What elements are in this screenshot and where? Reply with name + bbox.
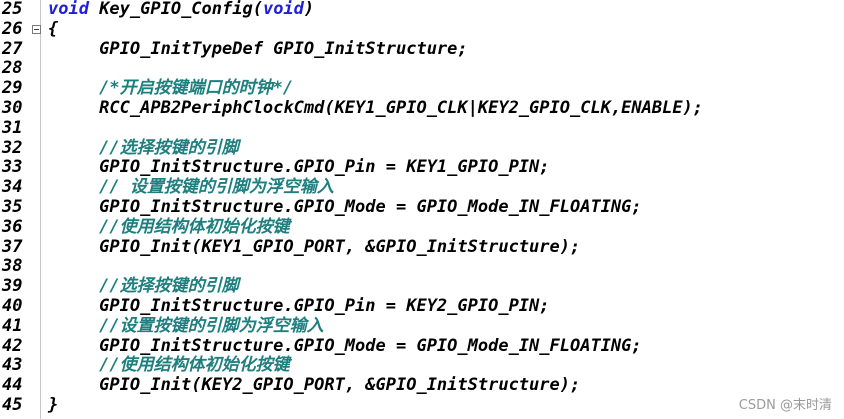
line-number: 39 bbox=[2, 276, 23, 297]
code-line: 25 void Key_GPIO_Config(void) bbox=[0, 0, 844, 20]
line-number: 34 bbox=[2, 177, 23, 198]
code-line: 33 GPIO_InitStructure.GPIO_Pin = KEY1_GP… bbox=[0, 157, 844, 178]
comment-token: // 设置按键的引脚为浮空输入 bbox=[48, 177, 334, 198]
code-token: GPIO_InitStructure.GPIO_Mode = GPIO_Mode… bbox=[48, 335, 642, 356]
comment-token: //选择按键的引脚 bbox=[48, 137, 239, 158]
fold-collapse-icon[interactable] bbox=[32, 24, 41, 34]
code-line: 30 RCC_APB2PeriphClockCmd(KEY1_GPIO_CLK|… bbox=[0, 98, 844, 119]
code-text: //使用结构体初始化按键 bbox=[48, 216, 290, 238]
code-line: 31 bbox=[0, 117, 844, 139]
line-number: 27 bbox=[2, 38, 23, 59]
code-token: { bbox=[48, 18, 59, 39]
code-token: GPIO_InitStructure.GPIO_Pin = KEY2_GPIO_… bbox=[48, 296, 550, 316]
code-line: 29 /*开启按键端口的时钟*/ bbox=[0, 78, 844, 99]
line-number: 30 bbox=[2, 98, 23, 118]
line-number: 42 bbox=[2, 335, 23, 356]
comment-token: /*开启按键端口的时钟*/ bbox=[48, 78, 294, 99]
line-number: 26 bbox=[2, 18, 23, 39]
code-text: //使用结构体初始化按键 bbox=[48, 355, 290, 376]
line-number: 38 bbox=[2, 256, 23, 277]
comment-token: //选择按键的引脚 bbox=[48, 276, 239, 297]
code-text: RCC_APB2PeriphClockCmd(KEY1_GPIO_CLK|KEY… bbox=[48, 98, 704, 119]
code-line: 43 //使用结构体初始化按键 bbox=[0, 355, 844, 376]
line-number: 35 bbox=[2, 197, 23, 217]
code-line: 38 bbox=[0, 257, 844, 277]
code-line: 37 GPIO_Init(KEY1_GPIO_PORT, &GPIO_InitS… bbox=[0, 236, 844, 258]
keyword-token: void bbox=[262, 0, 304, 19]
code-token: ) bbox=[303, 0, 315, 19]
code-token: GPIO_Init(KEY1_GPIO_PORT, &GPIO_InitStru… bbox=[48, 236, 581, 257]
code-text: GPIO_Init(KEY1_GPIO_PORT, &GPIO_InitStru… bbox=[48, 236, 581, 258]
code-text: GPIO_InitStructure.GPIO_Pin = KEY1_GPIO_… bbox=[48, 157, 550, 178]
code-text: /*开启按键端口的时钟*/ bbox=[48, 78, 294, 99]
code-token: } bbox=[48, 395, 59, 415]
line-number: 37 bbox=[2, 236, 23, 257]
code-text: void Key_GPIO_Config(void) bbox=[48, 0, 314, 20]
line-number: 44 bbox=[2, 375, 23, 396]
code-token: GPIO_InitStructure.GPIO_Mode = GPIO_Mode… bbox=[48, 197, 642, 217]
code-token: GPIO_InitStructure.GPIO_Pin = KEY1_GPIO_… bbox=[48, 157, 550, 178]
code-line: 44 GPIO_Init(KEY2_GPIO_PORT, &GPIO_InitS… bbox=[0, 375, 844, 396]
code-token: GPIO_InitTypeDef GPIO_InitStructure; bbox=[48, 38, 468, 59]
code-line: 39 //选择按键的引脚 bbox=[0, 276, 844, 297]
code-text: GPIO_Init(KEY2_GPIO_PORT, &GPIO_InitStru… bbox=[48, 375, 581, 396]
code-line: 32 //选择按键的引脚 bbox=[0, 137, 844, 159]
line-number: 33 bbox=[2, 157, 23, 178]
watermark: CSDN @末时清 bbox=[738, 398, 832, 413]
code-text: //选择按键的引脚 bbox=[48, 137, 239, 159]
line-number: 36 bbox=[2, 216, 23, 237]
code-line: 35 GPIO_InitStructure.GPIO_Mode = GPIO_M… bbox=[0, 197, 844, 218]
line-number: 31 bbox=[2, 117, 23, 138]
line-number: 29 bbox=[2, 78, 23, 99]
comment-token: //使用结构体初始化按键 bbox=[48, 216, 290, 237]
line-number: 28 bbox=[2, 58, 23, 79]
line-number: 40 bbox=[2, 296, 23, 316]
code-text: // 设置按键的引脚为浮空输入 bbox=[48, 177, 334, 198]
code-editor[interactable]: 25 void Key_GPIO_Config(void) 26 {27 GPIO_I… bbox=[0, 0, 844, 419]
code-text: } bbox=[48, 395, 59, 416]
code-text: GPIO_InitStructure.GPIO_Mode = GPIO_Mode… bbox=[48, 197, 642, 218]
code-text: { bbox=[48, 18, 59, 40]
line-number: 43 bbox=[2, 355, 23, 376]
code-token: Key_GPIO_Config( bbox=[88, 0, 263, 19]
line-number: 25 bbox=[2, 0, 23, 19]
code-line: 28 bbox=[0, 59, 844, 79]
code-line: 40 GPIO_InitStructure.GPIO_Pin = KEY2_GP… bbox=[0, 296, 844, 317]
code-token: RCC_APB2PeriphClockCmd(KEY1_GPIO_CLK|KEY… bbox=[48, 98, 704, 118]
line-number: 32 bbox=[2, 137, 23, 158]
code-text: GPIO_InitStructure.GPIO_Mode = GPIO_Mode… bbox=[48, 335, 642, 357]
keyword-token: void bbox=[48, 0, 89, 19]
code-line: 45} bbox=[0, 395, 844, 416]
code-line: 36 //使用结构体初始化按键 bbox=[0, 216, 844, 238]
code-line: 41 //设置按键的引脚为浮空输入 bbox=[0, 315, 844, 337]
code-line: 34 // 设置按键的引脚为浮空输入 bbox=[0, 177, 844, 198]
comment-token: //设置按键的引脚为浮空输入 bbox=[48, 315, 324, 336]
comment-token: //使用结构体初始化按键 bbox=[48, 355, 290, 376]
code-text: GPIO_InitStructure.GPIO_Pin = KEY2_GPIO_… bbox=[48, 296, 550, 317]
code-text: //选择按键的引脚 bbox=[48, 276, 239, 297]
code-line: 42 GPIO_InitStructure.GPIO_Mode = GPIO_M… bbox=[0, 335, 844, 357]
code-token: GPIO_Init(KEY2_GPIO_PORT, &GPIO_InitStru… bbox=[48, 375, 581, 396]
code-line: 26 { bbox=[0, 18, 844, 40]
code-line: 27 GPIO_InitTypeDef GPIO_InitStructure; bbox=[0, 38, 844, 60]
code-text: //设置按键的引脚为浮空输入 bbox=[48, 315, 324, 337]
line-number: 41 bbox=[2, 315, 23, 336]
line-number: 45 bbox=[2, 395, 23, 415]
code-text: GPIO_InitTypeDef GPIO_InitStructure; bbox=[48, 38, 468, 60]
